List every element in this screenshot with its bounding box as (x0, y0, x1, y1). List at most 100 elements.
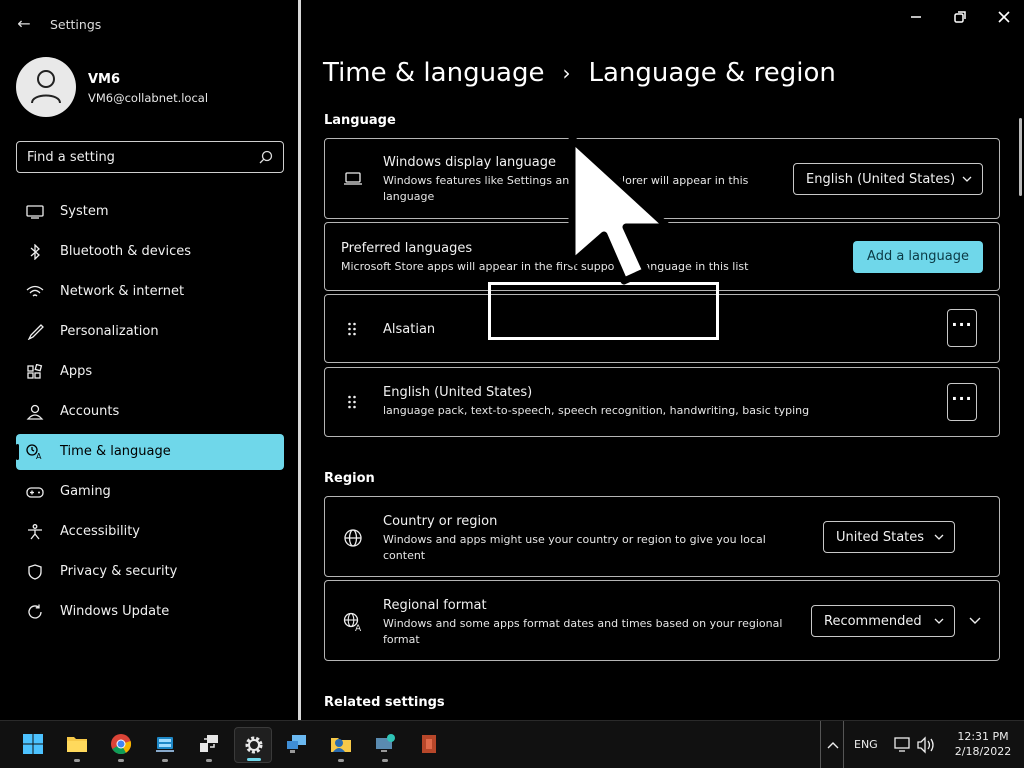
sidebar-item-label: Bluetooth & devices (60, 244, 191, 259)
sidebar-item-time-language[interactable]: A Time & language (16, 434, 284, 470)
sidebar-item-privacy[interactable]: Privacy & security (16, 554, 284, 590)
brush-icon (27, 324, 44, 340)
breadcrumb-separator: › (562, 61, 571, 85)
taskbar-office[interactable] (410, 727, 448, 763)
country-region-dropdown[interactable]: United States (823, 521, 955, 553)
server-manager-icon (156, 737, 174, 752)
search-icon[interactable] (259, 150, 273, 164)
person-icon (31, 70, 61, 104)
search-input[interactable]: Find a setting (16, 141, 284, 173)
page-title: Language & region (588, 58, 836, 88)
taskbar-user-folder[interactable] (322, 727, 360, 763)
sidebar-item-label: Accessibility (60, 524, 140, 539)
regional-format-dropdown[interactable]: Recommended (811, 605, 955, 637)
language-item[interactable]: English (United States) language pack, t… (324, 367, 1000, 437)
language-heading: Language (324, 113, 396, 128)
expand-chevron-icon[interactable] (969, 616, 981, 626)
sidebar-item-label: Gaming (60, 484, 111, 499)
sidebar-item-apps[interactable]: Apps (16, 354, 284, 390)
more-icon: ··· (951, 315, 973, 334)
sidebar-item-gaming[interactable]: Gaming (16, 474, 284, 510)
search-placeholder: Find a setting (27, 150, 115, 165)
regional-format-desc: Windows and some apps format dates and t… (383, 617, 783, 646)
country-region-desc: Windows and apps might use your country … (383, 533, 766, 562)
update-icon (28, 604, 42, 619)
gamepad-icon (26, 487, 44, 498)
dropdown-value: English (United States) (806, 172, 956, 187)
mouse-cursor-icon (568, 135, 672, 285)
display-language-title: Windows display language (383, 155, 556, 170)
taskbar-chrome[interactable] (102, 727, 140, 763)
add-language-button[interactable]: Add a language (853, 241, 983, 273)
accessibility-icon (28, 524, 42, 540)
scrollbar[interactable] (1019, 118, 1022, 196)
taskbar-remote-desktop[interactable] (190, 727, 228, 763)
sidebar: ← Settings VM6 VM6@collabnet.local Find … (0, 0, 298, 720)
display-language-dropdown[interactable]: English (United States) (793, 163, 983, 195)
close-icon[interactable] (992, 6, 1016, 28)
sidebar-item-bluetooth[interactable]: Bluetooth & devices (16, 234, 284, 270)
breadcrumb-parent[interactable]: Time & language (323, 58, 544, 88)
office-icon (422, 735, 436, 753)
taskbar-start[interactable] (14, 727, 52, 763)
more-options-button[interactable]: ··· (947, 309, 977, 347)
language-item-desc: language pack, text-to-speech, speech re… (383, 404, 810, 417)
focus-highlight (488, 282, 719, 340)
input-language-indicator[interactable]: ENG (854, 738, 878, 751)
language-item-name: English (United States) (383, 385, 533, 400)
window-controls (884, 0, 1024, 34)
sidebar-item-accounts[interactable]: Accounts (16, 394, 284, 430)
taskbar-network-app[interactable] (278, 727, 316, 763)
sidebar-item-system[interactable]: System (16, 194, 284, 230)
taskbar-monitor-app[interactable] (366, 727, 404, 763)
chevron-down-icon (934, 534, 944, 540)
dropdown-value: United States (836, 530, 925, 545)
running-indicator (118, 759, 124, 762)
more-options-button[interactable]: ··· (947, 383, 977, 421)
main-content: Time & language › Language & region Lang… (301, 0, 1024, 720)
show-hidden-icons-button[interactable] (820, 721, 844, 768)
windows-logo-icon (23, 734, 43, 754)
sidebar-item-personalization[interactable]: Personalization (16, 314, 284, 350)
drag-handle-icon[interactable] (347, 395, 357, 409)
arrow-left-icon: ← (17, 14, 31, 33)
clock[interactable]: 12:31 PM 2/18/2022 (948, 729, 1018, 759)
globe-icon (344, 529, 362, 547)
sidebar-item-label: Accounts (60, 404, 120, 419)
drag-handle-icon[interactable] (347, 322, 357, 336)
person-icon (26, 404, 44, 420)
sidebar-item-label: Apps (60, 364, 93, 379)
related-settings-heading: Related settings (324, 695, 445, 710)
country-region-card: Country or region Windows and apps might… (324, 496, 1000, 577)
sidebar-item-windows-update[interactable]: Windows Update (16, 594, 284, 630)
running-indicator (382, 759, 388, 762)
sidebar-nav: System Bluetooth & devices Network & int… (16, 194, 284, 634)
language-item-name: Alsatian (383, 322, 436, 337)
avatar[interactable] (16, 57, 76, 117)
taskbar-settings[interactable] (234, 727, 272, 763)
svg-text:A: A (36, 452, 42, 460)
running-indicator (162, 759, 168, 762)
apps-icon (27, 364, 43, 379)
clock-date: 2/18/2022 (954, 745, 1012, 758)
regional-format-card[interactable]: A Regional format Windows and some apps … (324, 580, 1000, 661)
more-icon: ··· (951, 389, 973, 408)
country-region-title: Country or region (383, 514, 498, 529)
system-tray-icons[interactable] (894, 736, 938, 758)
remote-desktop-icon (200, 735, 218, 752)
sidebar-item-label: Network & internet (60, 284, 185, 299)
chrome-icon (111, 734, 132, 755)
sidebar-item-accessibility[interactable]: Accessibility (16, 514, 284, 550)
restore-icon[interactable] (948, 6, 972, 28)
monitor-icon (26, 205, 44, 219)
taskbar-server-manager[interactable] (146, 727, 184, 763)
sidebar-item-label: Privacy & security (60, 564, 178, 579)
network-volume-icon (894, 736, 934, 754)
bluetooth-icon (30, 244, 40, 260)
back-button[interactable]: ← (10, 12, 38, 36)
taskbar-file-explorer[interactable] (58, 727, 96, 763)
sidebar-item-network[interactable]: Network & internet (16, 274, 284, 310)
sidebar-item-label: Time & language (60, 444, 171, 459)
minimize-icon[interactable] (904, 6, 928, 28)
running-indicator (74, 759, 80, 762)
